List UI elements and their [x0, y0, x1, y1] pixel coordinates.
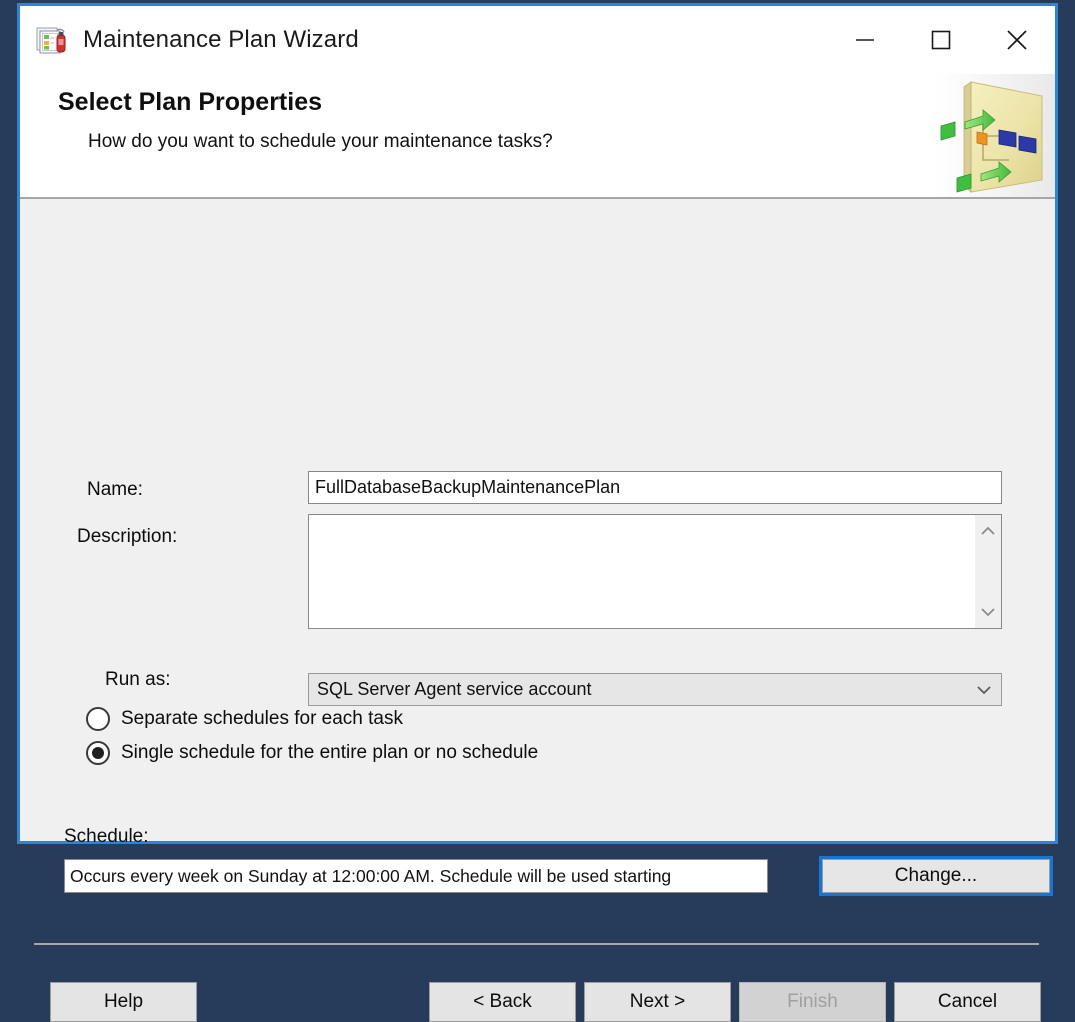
- title-bar: Maintenance Plan Wizard: [20, 6, 1055, 74]
- schedule-value-field[interactable]: Occurs every week on Sunday at 12:00:00 …: [64, 859, 768, 893]
- page-subtitle: How do you want to schedule your mainten…: [88, 131, 553, 152]
- window-controls: [827, 6, 1055, 74]
- schedule-label: Schedule:: [64, 826, 149, 847]
- next-button[interactable]: Next >: [584, 982, 731, 1022]
- chevron-down-icon: [967, 683, 1001, 697]
- finish-button: Finish: [739, 982, 886, 1022]
- change-schedule-button[interactable]: Change...: [819, 856, 1053, 896]
- close-icon[interactable]: [979, 6, 1055, 74]
- back-button[interactable]: < Back: [429, 982, 576, 1022]
- description-scrollbar[interactable]: [975, 515, 1001, 628]
- run-as-selected-value: SQL Server Agent service account: [317, 679, 592, 699]
- radio-separate-schedules-label: Separate schedules for each task: [121, 708, 404, 729]
- chevron-up-icon[interactable]: [977, 521, 999, 541]
- run-as-dropdown[interactable]: SQL Server Agent service account: [308, 673, 1002, 706]
- description-input[interactable]: [309, 515, 975, 628]
- window-title: Maintenance Plan Wizard: [83, 26, 359, 53]
- wizard-body: Name: Description: Run as:: [20, 199, 1055, 1022]
- cancel-button[interactable]: Cancel: [894, 982, 1041, 1022]
- radio-single-schedule[interactable]: Single schedule for the entire plan or n…: [86, 741, 538, 765]
- name-input[interactable]: [308, 471, 1002, 504]
- help-button[interactable]: Help: [50, 982, 197, 1022]
- maintenance-plan-wizard-window: Maintenance Plan Wizard Select Plan Prop…: [17, 3, 1058, 1022]
- chevron-down-icon[interactable]: [977, 602, 999, 622]
- radio-unselected-icon: [86, 707, 110, 731]
- name-label: Name:: [87, 479, 143, 500]
- page-header: Select Plan Properties How do you want t…: [20, 74, 1055, 199]
- radio-separate-schedules[interactable]: Separate schedules for each task: [86, 707, 403, 731]
- page-title: Select Plan Properties: [58, 88, 323, 116]
- description-field: [308, 514, 1002, 629]
- footer-divider: [34, 943, 1039, 945]
- run-as-label: Run as:: [105, 669, 171, 690]
- minimize-icon[interactable]: [827, 6, 903, 74]
- change-schedule-button-label: Change...: [822, 859, 1050, 893]
- description-label: Description:: [77, 526, 178, 547]
- maximize-icon[interactable]: [903, 6, 979, 74]
- maintenance-plan-icon: [35, 23, 69, 57]
- radio-selected-icon: [86, 741, 110, 765]
- workflow-diagram-banner-icon: [937, 74, 1055, 197]
- radio-single-schedule-label: Single schedule for the entire plan or n…: [121, 742, 539, 763]
